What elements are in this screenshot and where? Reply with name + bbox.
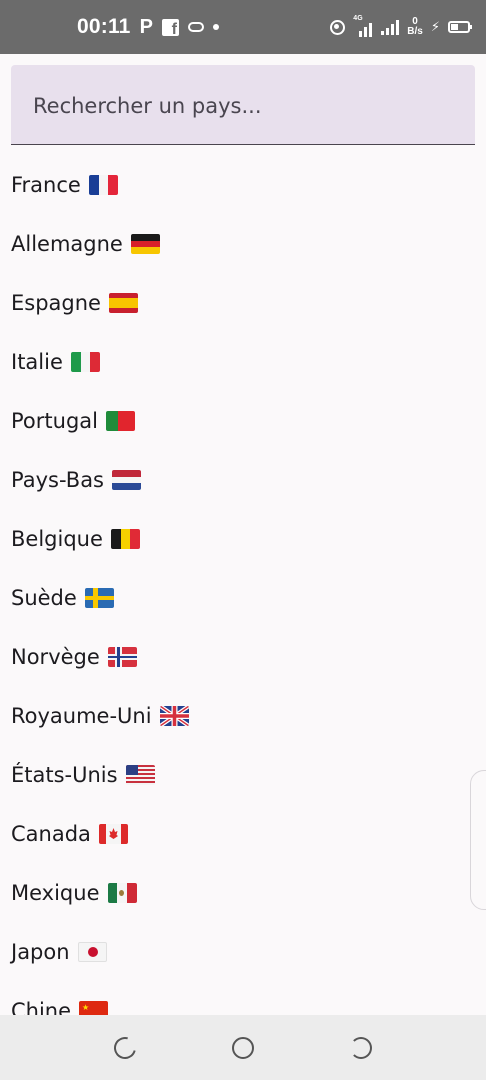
country-name: Royaume-Uni <box>11 704 152 728</box>
list-item-espagne[interactable]: Espagne <box>11 274 138 332</box>
spain-flag-icon <box>108 293 138 313</box>
hotspot-icon <box>330 19 346 35</box>
list-item-italie[interactable]: Italie <box>11 333 100 391</box>
bolt-icon: ⚡ <box>430 19 440 35</box>
country-name: Pays-Bas <box>11 468 105 492</box>
country-name: Norvège <box>11 645 100 669</box>
portugal-flag-icon <box>105 411 135 431</box>
germany-flag-icon <box>130 234 160 254</box>
france-flag-icon <box>88 175 118 195</box>
country-name: Mexique <box>11 881 100 905</box>
list-item-etats-unis[interactable]: États-Unis <box>11 746 155 804</box>
status-bar: 00:11 P 4G 0 B/s ⚡ <box>0 0 486 54</box>
navigation-bar <box>0 1015 486 1080</box>
japan-flag-icon <box>77 942 107 962</box>
recent-apps-icon[interactable] <box>109 1032 141 1064</box>
country-name: France <box>11 173 81 197</box>
list-item-mexique[interactable]: Mexique <box>11 864 137 922</box>
home-icon[interactable] <box>232 1037 254 1059</box>
status-left: 00:11 P <box>77 12 219 42</box>
parking-icon: P <box>139 15 153 38</box>
country-name: Japon <box>11 940 70 964</box>
country-name: Suède <box>11 586 77 610</box>
dot-icon <box>212 24 219 30</box>
net-speed: 0 B/s <box>407 17 423 37</box>
canada-flag-icon <box>98 824 128 844</box>
country-name: Portugal <box>11 409 98 433</box>
list-item-suede[interactable]: Suède <box>11 569 114 627</box>
uk-flag-icon <box>159 706 189 726</box>
italy-flag-icon <box>70 352 100 372</box>
mexico-flag-icon <box>107 883 137 903</box>
list-item-chine[interactable]: Chine ★ <box>11 982 109 1015</box>
game-controller-icon <box>187 22 204 32</box>
signal-icon <box>381 19 400 35</box>
search-field[interactable] <box>11 65 475 145</box>
usa-flag-icon <box>125 765 155 785</box>
list-item-portugal[interactable]: Portugal <box>11 392 135 450</box>
country-name: Belgique <box>11 527 103 551</box>
edge-panel-handle[interactable] <box>470 770 486 910</box>
country-name: Espagne <box>11 291 101 315</box>
list-item-norvege[interactable]: Norvège <box>11 628 137 686</box>
country-name: États-Unis <box>11 763 118 787</box>
facebook-icon <box>161 18 179 39</box>
country-name: Canada <box>11 822 91 846</box>
country-name: Italie <box>11 350 63 374</box>
country-list[interactable]: France Allemagne Espagne Italie Portugal… <box>0 155 486 1015</box>
list-item-belgique[interactable]: Belgique <box>11 510 140 568</box>
search-input[interactable] <box>11 65 475 144</box>
country-name: Chine <box>11 999 72 1015</box>
list-item-pays-bas[interactable]: Pays-Bas <box>11 451 142 509</box>
status-right: 4G 0 B/s ⚡ <box>330 12 472 42</box>
belgium-flag-icon <box>110 529 140 549</box>
list-item-royaume-uni[interactable]: Royaume-Uni <box>11 687 189 745</box>
country-name: Allemagne <box>11 232 123 256</box>
net-speed-unit: B/s <box>407 26 423 37</box>
back-icon[interactable] <box>350 1037 372 1059</box>
china-flag-icon: ★ <box>79 1001 109 1015</box>
battery-icon <box>448 21 472 33</box>
list-item-france[interactable]: France <box>11 156 118 214</box>
clock: 00:11 <box>77 15 131 38</box>
sweden-flag-icon <box>84 588 114 608</box>
netherlands-flag-icon <box>112 470 142 490</box>
norway-flag-icon <box>107 647 137 667</box>
list-item-canada[interactable]: Canada <box>11 805 128 863</box>
signal-icon: 4G <box>353 15 373 37</box>
list-item-japon[interactable]: Japon <box>11 923 107 981</box>
list-item-allemagne[interactable]: Allemagne <box>11 215 160 273</box>
